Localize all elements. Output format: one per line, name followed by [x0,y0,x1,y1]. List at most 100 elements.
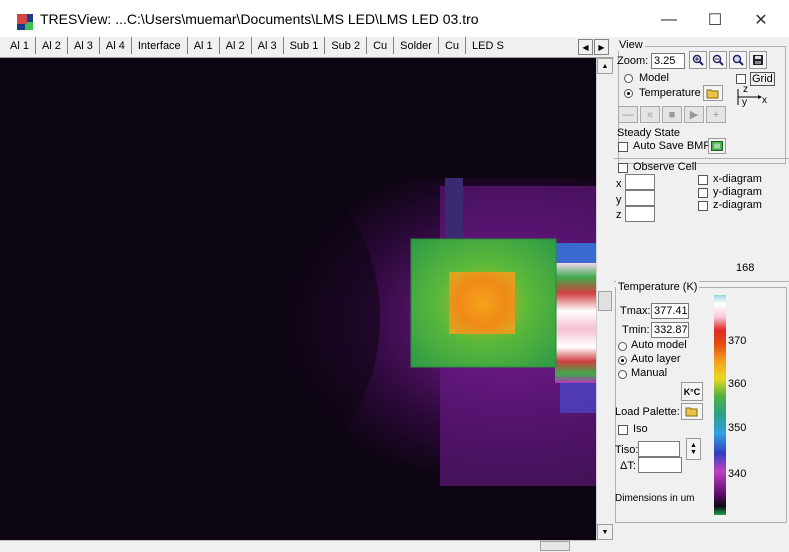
horizontal-scrollbar[interactable] [0,540,596,552]
iso-checkbox[interactable] [618,425,628,435]
manual-label: Manual [631,367,668,379]
scroll-down-icon[interactable]: ▼ [597,524,613,540]
tab-layer[interactable]: Cu [437,37,465,54]
observe-cell-label: Observe Cell [633,161,697,173]
step-plus-button[interactable]: + [706,106,726,123]
zoom-input[interactable]: 3.25 [651,53,685,69]
title-bar: TRESView: ...C:\Users\muemar\Documents\L… [0,0,789,37]
section-divider [614,158,789,159]
tiso-spinner[interactable]: ▲ ▼ [686,438,701,460]
tab-layer[interactable]: Interface [130,37,187,54]
tab-scroll-arrows: ◀ ▶ [578,39,610,55]
layer-tab-bar: Al 1 Al 2 Al 3 Al 4 Interface Al 1 Al 2 Al 3 Sub… [0,37,614,58]
control-panel: View Zoom: 3.25 Model Grid Temperature z… [614,37,789,551]
tab-layer[interactable]: Sub 1 [282,37,325,54]
manual-radio[interactable] [618,370,627,379]
scale-tick-340: 340 [728,468,747,480]
rewind-button[interactable]: « [640,106,660,123]
thermal-map-canvas[interactable] [0,58,596,540]
maximize-button[interactable]: ☐ [692,5,738,35]
auto-layer-radio[interactable] [618,356,627,365]
auto-save-label: Auto Save BMP [633,140,711,152]
cell-y-input[interactable] [625,190,655,206]
zoom-fit-icon[interactable] [729,51,747,69]
scroll-up-icon[interactable]: ▲ [597,58,613,74]
vertical-scrollbar[interactable]: ▲ ▼ [596,58,614,540]
cell-count-value: 168 [736,262,755,274]
model-radio[interactable] [624,74,633,83]
delta-t-input[interactable] [638,457,682,473]
tab-scroll-left-icon[interactable]: ◀ [578,39,593,55]
zoom-label: Zoom: [617,55,649,67]
bitmap-icon[interactable] [708,138,726,154]
tab-layer[interactable]: Al 2 [218,37,251,54]
unit-toggle-button[interactable]: K°C [681,382,703,401]
tab-layer[interactable]: Solder [393,37,438,54]
color-scale-bar [714,295,726,515]
tmax-label: Tmax: [620,305,651,317]
auto-save-checkbox[interactable] [618,142,628,152]
cell-z-input[interactable] [625,206,655,222]
axes-indicator-icon: z x y [734,84,770,109]
grid-label: Grid [750,72,775,86]
cell-z-label: z [616,209,622,221]
scale-tick-370: 370 [728,335,747,347]
tab-layer[interactable]: Al 2 [34,37,67,54]
app-icon [17,14,33,30]
load-palette-folder-icon[interactable] [681,403,703,420]
axis-x-label: x [762,95,767,106]
step-minus-button[interactable]: — [618,106,638,123]
tmin-input[interactable]: 332.87 [651,322,689,338]
tiso-label: Tiso: [615,444,639,456]
tmax-input[interactable]: 377.41 [651,303,689,319]
tab-layer[interactable]: Al 3 [250,37,283,54]
steady-state-label: Steady State [617,127,680,139]
cell-x-label: x [616,178,622,190]
close-button[interactable]: ✕ [738,5,784,35]
axis-z-label: z [743,84,748,95]
y-diagram-checkbox[interactable] [698,188,708,198]
observe-cell-checkbox[interactable] [618,163,628,173]
tab-layer[interactable]: Cu [366,37,393,54]
tab-layer[interactable]: Al 1 [186,37,219,54]
horizontal-scroll-thumb[interactable] [540,541,570,551]
load-palette-label: Load Palette: [615,406,680,418]
tmin-label: Tmin: [622,324,650,336]
save-icon[interactable] [749,51,767,69]
delta-t-label: ΔT: [620,460,636,472]
tab-layer[interactable]: Sub 2 [324,37,366,54]
zoom-in-icon[interactable] [689,51,707,69]
tab-scroll-right-icon[interactable]: ▶ [594,39,609,55]
auto-model-radio[interactable] [618,342,627,351]
z-diagram-checkbox[interactable] [698,201,708,211]
scale-tick-350: 350 [728,422,747,434]
tiso-input[interactable] [638,441,680,457]
folder-open-icon[interactable] [703,85,723,101]
axis-y-label: y [742,97,747,108]
scale-tick-360: 360 [728,378,747,390]
tab-layer[interactable]: Al 4 [98,37,131,54]
zoom-out-icon[interactable] [709,51,727,69]
tab-layer[interactable]: Al 3 [66,37,99,54]
model-label: Model [639,72,669,84]
x-diagram-label: x-diagram [713,173,762,185]
stop-button[interactable]: ■ [662,106,682,123]
window-title: TRESView: ...C:\Users\muemar\Documents\L… [40,11,479,27]
cell-y-label: y [616,194,622,206]
z-diagram-label: z-diagram [713,199,762,211]
play-button[interactable]: ▶ [684,106,704,123]
auto-layer-label: Auto layer [631,353,681,365]
tab-layer[interactable]: Al 1 [0,37,35,54]
temperature-radio[interactable] [624,89,633,98]
tab-layer[interactable]: LED S [465,37,510,54]
auto-model-label: Auto model [631,339,687,351]
thermal-map-image [0,58,596,540]
vertical-scroll-thumb[interactable] [598,291,612,311]
y-diagram-label: y-diagram [713,186,762,198]
minimize-button[interactable]: — [646,5,692,35]
x-diagram-checkbox[interactable] [698,175,708,185]
cell-x-input[interactable] [625,174,655,190]
temperature-label: Temperature [639,87,701,99]
dimensions-label: Dimensions in um [615,493,695,504]
grid-checkbox[interactable] [736,74,746,84]
